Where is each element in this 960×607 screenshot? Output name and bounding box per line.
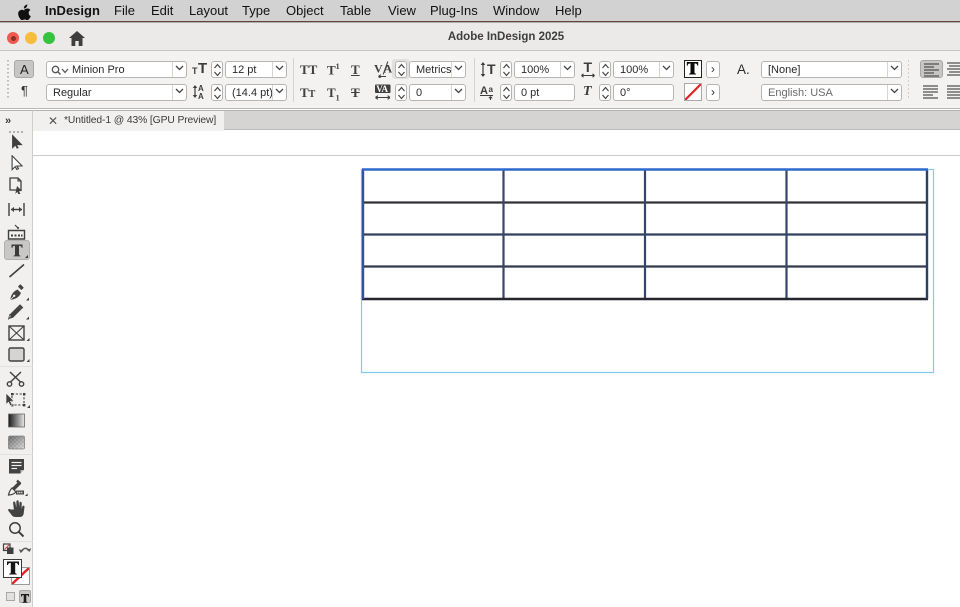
svg-text:T: T <box>584 61 593 75</box>
svg-text:a: a <box>489 85 494 94</box>
svg-text:VA: VA <box>376 84 388 94</box>
svg-text:A: A <box>198 92 204 100</box>
svg-text:T: T <box>487 61 496 77</box>
svg-text:V: V <box>374 62 383 76</box>
